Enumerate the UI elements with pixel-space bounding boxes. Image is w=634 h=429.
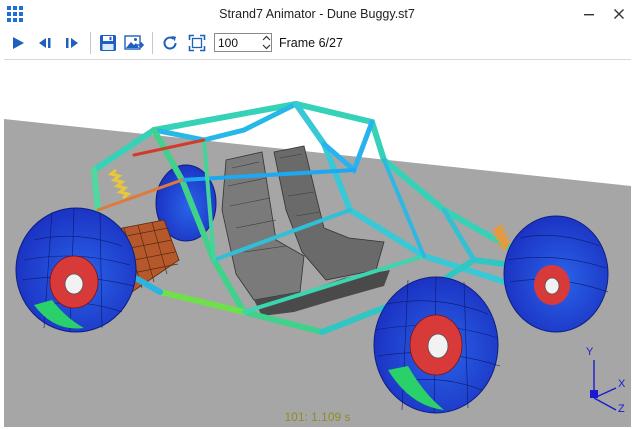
zoom-input[interactable] [218, 34, 258, 51]
animation-viewport[interactable]: Y X Z 101: 1.109 s [4, 59, 631, 427]
time-step-label: 101: 1.109 s [284, 410, 351, 424]
export-image-button[interactable] [122, 31, 146, 55]
play-icon [13, 37, 24, 49]
save-button[interactable] [96, 31, 120, 55]
axis-label-y: Y [586, 346, 594, 358]
toolbar-separator [90, 32, 91, 54]
fit-to-window-button[interactable] [185, 31, 209, 55]
front-left-wheel [15, 207, 137, 333]
save-disk-icon [100, 35, 116, 51]
rear-right-wheel [503, 215, 609, 333]
step-forward-button[interactable] [60, 31, 84, 55]
play-button[interactable] [6, 31, 30, 55]
toolbar: Frame 6/27 [0, 29, 634, 57]
chevron-up-icon [262, 35, 270, 41]
minimize-icon [584, 14, 594, 16]
close-icon [614, 9, 624, 19]
step-back-button[interactable] [33, 31, 57, 55]
title-bar[interactable]: Strand7 Animator - Dune Buggy.st7 [0, 0, 634, 28]
chevron-down-icon [262, 44, 270, 50]
refresh-button[interactable] [158, 31, 182, 55]
step-back-icon [39, 38, 51, 48]
export-image-icon [124, 35, 144, 50]
zoom-spin-down-button[interactable] [260, 43, 272, 51]
axis-label-x: X [618, 378, 626, 390]
frame-counter: Frame 6/27 [279, 36, 343, 50]
refresh-icon [163, 36, 177, 50]
step-forward-icon [66, 38, 78, 48]
window-title: Strand7 Animator - Dune Buggy.st7 [219, 7, 415, 21]
animator-window: Strand7 Animator - Dune Buggy.st7 100 Fr… [0, 0, 634, 429]
close-button[interactable] [604, 0, 634, 28]
dune-buggy-model-view [4, 100, 631, 427]
zoom-spinbox[interactable] [214, 33, 272, 52]
fit-to-window-icon [188, 34, 206, 52]
zoom-spin-up-button[interactable] [260, 34, 272, 42]
toolbar-separator [152, 32, 153, 54]
minimize-button[interactable] [574, 0, 604, 28]
